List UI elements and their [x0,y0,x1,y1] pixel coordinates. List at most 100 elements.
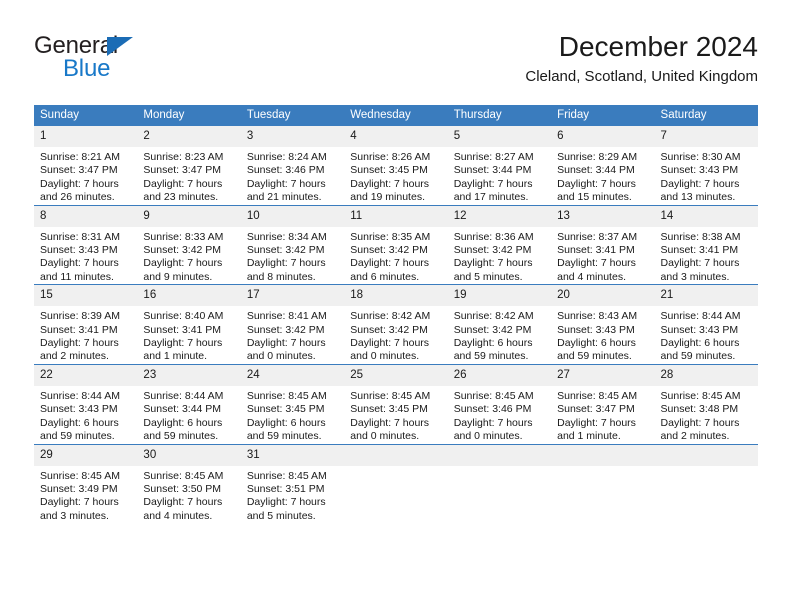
calendar-empty-cell [654,443,758,524]
calendar-day-cell[interactable]: 15 Sunrise: 8:39 AM Sunset: 3:41 PM Dayligh… [34,284,138,365]
daylight-text-line1: Daylight: 6 hours [660,337,740,350]
sunset-text: Sunset: 3:42 PM [350,323,428,336]
sunset-text: Sunset: 3:44 PM [143,403,222,416]
daylight-text-line2: and 2 minutes. [660,430,730,443]
day-number: 27 [551,364,655,386]
day-number: 7 [654,126,758,147]
day-details: Sunrise: 8:45 AM Sunset: 3:45 PM Daylight:… [344,386,447,444]
daylight-text-line2: and 11 minutes. [40,270,114,283]
calendar-day-cell[interactable]: 3 Sunrise: 8:24 AM Sunset: 3:46 PM Daylight… [240,126,345,206]
calendar-day-cell[interactable]: 28 Sunrise: 8:45 AM Sunset: 3:48 PM Dayligh… [654,363,758,444]
daylight-text-line2: and 0 minutes. [350,430,420,443]
day-number: 8 [34,205,138,227]
sunset-text: Sunset: 3:46 PM [453,403,532,416]
daylight-text-line1: Daylight: 7 hours [40,337,119,350]
sunset-text: Sunset: 3:41 PM [143,323,222,336]
day-details: Sunrise: 8:38 AM Sunset: 3:41 PM Daylight:… [655,227,758,285]
calendar-day-cell[interactable]: 2 Sunrise: 8:23 AM Sunset: 3:47 PM Daylight… [137,126,241,206]
day-details: Sunrise: 8:30 AM Sunset: 3:43 PM Daylight:… [655,147,758,205]
calendar-day-cell[interactable]: 5 Sunrise: 8:27 AM Sunset: 3:44 PM Daylight… [447,126,552,206]
calendar-day-cell[interactable]: 6 Sunrise: 8:29 AM Sunset: 3:44 PM Daylight… [551,126,655,206]
sunset-text: Sunset: 3:42 PM [453,323,532,336]
daylight-text-line2: and 15 minutes. [557,191,632,204]
calendar-day-cell[interactable]: 10 Sunrise: 8:34 AM Sunset: 3:42 PM Dayligh… [240,204,345,285]
calendar-day-cell[interactable]: 7 Sunrise: 8:30 AM Sunset: 3:43 PM Daylight… [654,126,758,206]
calendar-day-cell[interactable]: 25 Sunrise: 8:45 AM Sunset: 3:45 PM Dayligh… [344,363,448,444]
calendar-day-cell[interactable]: 13 Sunrise: 8:37 AM Sunset: 3:41 PM Dayligh… [551,204,655,285]
daylight-text-line1: Daylight: 7 hours [350,257,430,270]
daylight-text-line2: and 0 minutes. [246,350,316,363]
calendar-day-cell[interactable]: 16 Sunrise: 8:40 AM Sunset: 3:41 PM Dayligh… [137,284,241,365]
day-details: Sunrise: 8:27 AM Sunset: 3:44 PM Daylight:… [448,147,551,205]
daylight-text-line2: and 3 minutes. [660,270,730,283]
day-number: 24 [240,364,345,386]
sunset-text: Sunset: 3:47 PM [143,164,222,177]
day-details: Sunrise: 8:45 AM Sunset: 3:46 PM Daylight:… [448,386,551,444]
day-number: 6 [551,126,655,147]
calendar-day-cell[interactable]: 20 Sunrise: 8:43 AM Sunset: 3:43 PM Dayligh… [551,284,655,365]
day-number: 9 [137,205,241,227]
calendar-day-cell[interactable]: 12 Sunrise: 8:36 AM Sunset: 3:42 PM Dayligh… [447,204,552,285]
calendar-day-cell[interactable]: 14 Sunrise: 8:38 AM Sunset: 3:41 PM Dayligh… [654,204,758,285]
calendar-day-cell[interactable]: 23 Sunrise: 8:44 AM Sunset: 3:44 PM Dayligh… [137,363,241,444]
calendar-week-row: 1 Sunrise: 8:21 AM Sunset: 3:47 PM Daylight… [34,126,758,206]
calendar-day-cell[interactable]: 24 Sunrise: 8:45 AM Sunset: 3:45 PM Dayligh… [240,363,345,444]
calendar-empty-cell [447,443,552,524]
daylight-text-line2: and 26 minutes. [40,191,115,204]
calendar-day-cell[interactable]: 17 Sunrise: 8:41 AM Sunset: 3:42 PM Dayligh… [240,284,345,365]
calendar-day-cell[interactable]: 8 Sunrise: 8:31 AM Sunset: 3:43 PM Daylight… [34,204,138,285]
calendar-day-cell[interactable]: 21 Sunrise: 8:44 AM Sunset: 3:43 PM Dayligh… [654,284,758,365]
day-details: Sunrise: 8:39 AM Sunset: 3:41 PM Daylight:… [34,306,137,364]
calendar-day-cell[interactable]: 31 Sunrise: 8:45 AM Sunset: 3:51 PM Dayligh… [240,443,345,524]
daylight-text-line2: and 0 minutes. [350,350,420,363]
calendar-table: Sunday Monday Tuesday Wednesday Thursday… [34,105,758,524]
sunset-text: Sunset: 3:42 PM [350,244,428,257]
calendar-day-cell[interactable]: 29 Sunrise: 8:45 AM Sunset: 3:49 PM Dayligh… [34,443,138,524]
sunrise-text: Sunrise: 8:29 AM [557,151,638,163]
calendar-day-cell[interactable]: 30 Sunrise: 8:45 AM Sunset: 3:50 PM Dayligh… [137,443,241,524]
daylight-text-line2: and 0 minutes. [453,430,523,443]
logo-text-blue: Blue [63,55,111,82]
calendar-day-cell[interactable]: 19 Sunrise: 8:42 AM Sunset: 3:42 PM Dayligh… [447,284,552,365]
calendar-day-cell[interactable]: 9 Sunrise: 8:33 AM Sunset: 3:42 PM Daylight… [137,204,241,285]
logo-triangle-icon [107,37,133,56]
sunset-text: Sunset: 3:45 PM [246,403,325,416]
sunset-text: Sunset: 3:41 PM [40,323,118,336]
daylight-text-line1: Daylight: 7 hours [453,177,533,190]
calendar-day-cell[interactable]: 18 Sunrise: 8:42 AM Sunset: 3:42 PM Dayligh… [344,284,448,365]
daylight-text-line1: Daylight: 7 hours [40,177,119,190]
daylight-text-line1: Daylight: 6 hours [40,416,119,429]
day-number: 10 [240,205,345,227]
daylight-text-line1: Daylight: 7 hours [143,496,223,509]
general-blue-logo: General Blue [34,33,234,85]
daylight-text-line2: and 23 minutes. [143,191,219,204]
calendar-day-cell[interactable]: 1 Sunrise: 8:21 AM Sunset: 3:47 PM Daylight… [34,126,138,206]
calendar-day-cell[interactable]: 27 Sunrise: 8:45 AM Sunset: 3:47 PM Dayligh… [551,363,655,444]
day-number: 11 [344,205,448,227]
day-number [551,444,655,466]
day-number [447,444,552,466]
daylight-text-line1: Daylight: 7 hours [143,177,223,190]
sunset-text: Sunset: 3:42 PM [453,244,532,257]
daylight-text-line2: and 59 minutes. [660,350,736,363]
sunrise-text: Sunrise: 8:45 AM [143,469,224,482]
daylight-text-line2: and 4 minutes. [557,270,626,283]
day-details: Sunrise: 8:21 AM Sunset: 3:47 PM Daylight:… [34,147,137,205]
calendar-day-cell[interactable]: 4 Sunrise: 8:26 AM Sunset: 3:45 PM Daylight… [344,126,448,206]
daylight-text-line2: and 3 minutes. [40,509,109,522]
sunrise-text: Sunrise: 8:44 AM [40,389,120,402]
day-details: Sunrise: 8:26 AM Sunset: 3:45 PM Daylight:… [344,147,447,205]
day-details: Sunrise: 8:42 AM Sunset: 3:42 PM Daylight:… [344,306,447,364]
sunrise-text: Sunrise: 8:35 AM [350,230,431,243]
day-details: Sunrise: 8:40 AM Sunset: 3:41 PM Daylight:… [137,306,240,364]
sunset-text: Sunset: 3:49 PM [40,482,118,495]
sunrise-text: Sunrise: 8:31 AM [40,230,120,243]
weekday-header-tuesday: Tuesday [240,105,345,126]
calendar-day-cell[interactable]: 26 Sunrise: 8:45 AM Sunset: 3:46 PM Dayligh… [447,363,552,444]
daylight-text-line1: Daylight: 7 hours [453,416,533,429]
calendar-day-cell[interactable]: 22 Sunrise: 8:44 AM Sunset: 3:43 PM Dayligh… [34,363,138,444]
daylight-text-line1: Daylight: 7 hours [557,416,636,429]
day-number: 2 [137,126,241,147]
daylight-text-line2: and 1 minute. [143,350,208,363]
calendar-day-cell[interactable]: 11 Sunrise: 8:35 AM Sunset: 3:42 PM Dayligh… [344,204,448,285]
